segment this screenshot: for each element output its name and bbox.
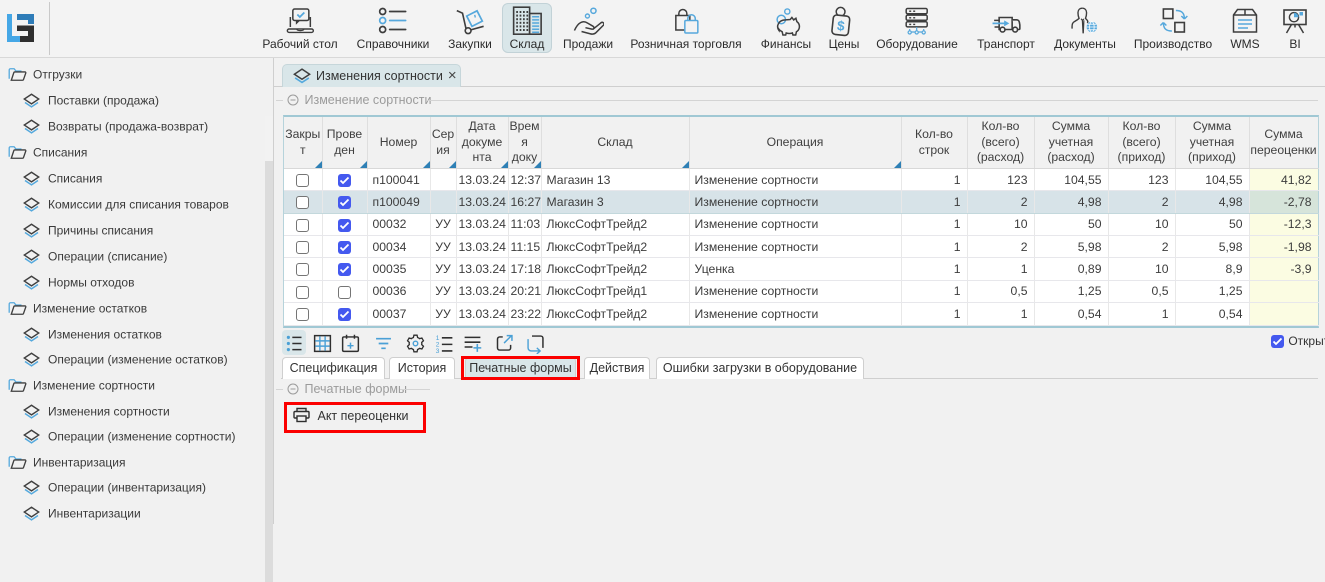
svg-text:3: 3 bbox=[435, 348, 439, 354]
